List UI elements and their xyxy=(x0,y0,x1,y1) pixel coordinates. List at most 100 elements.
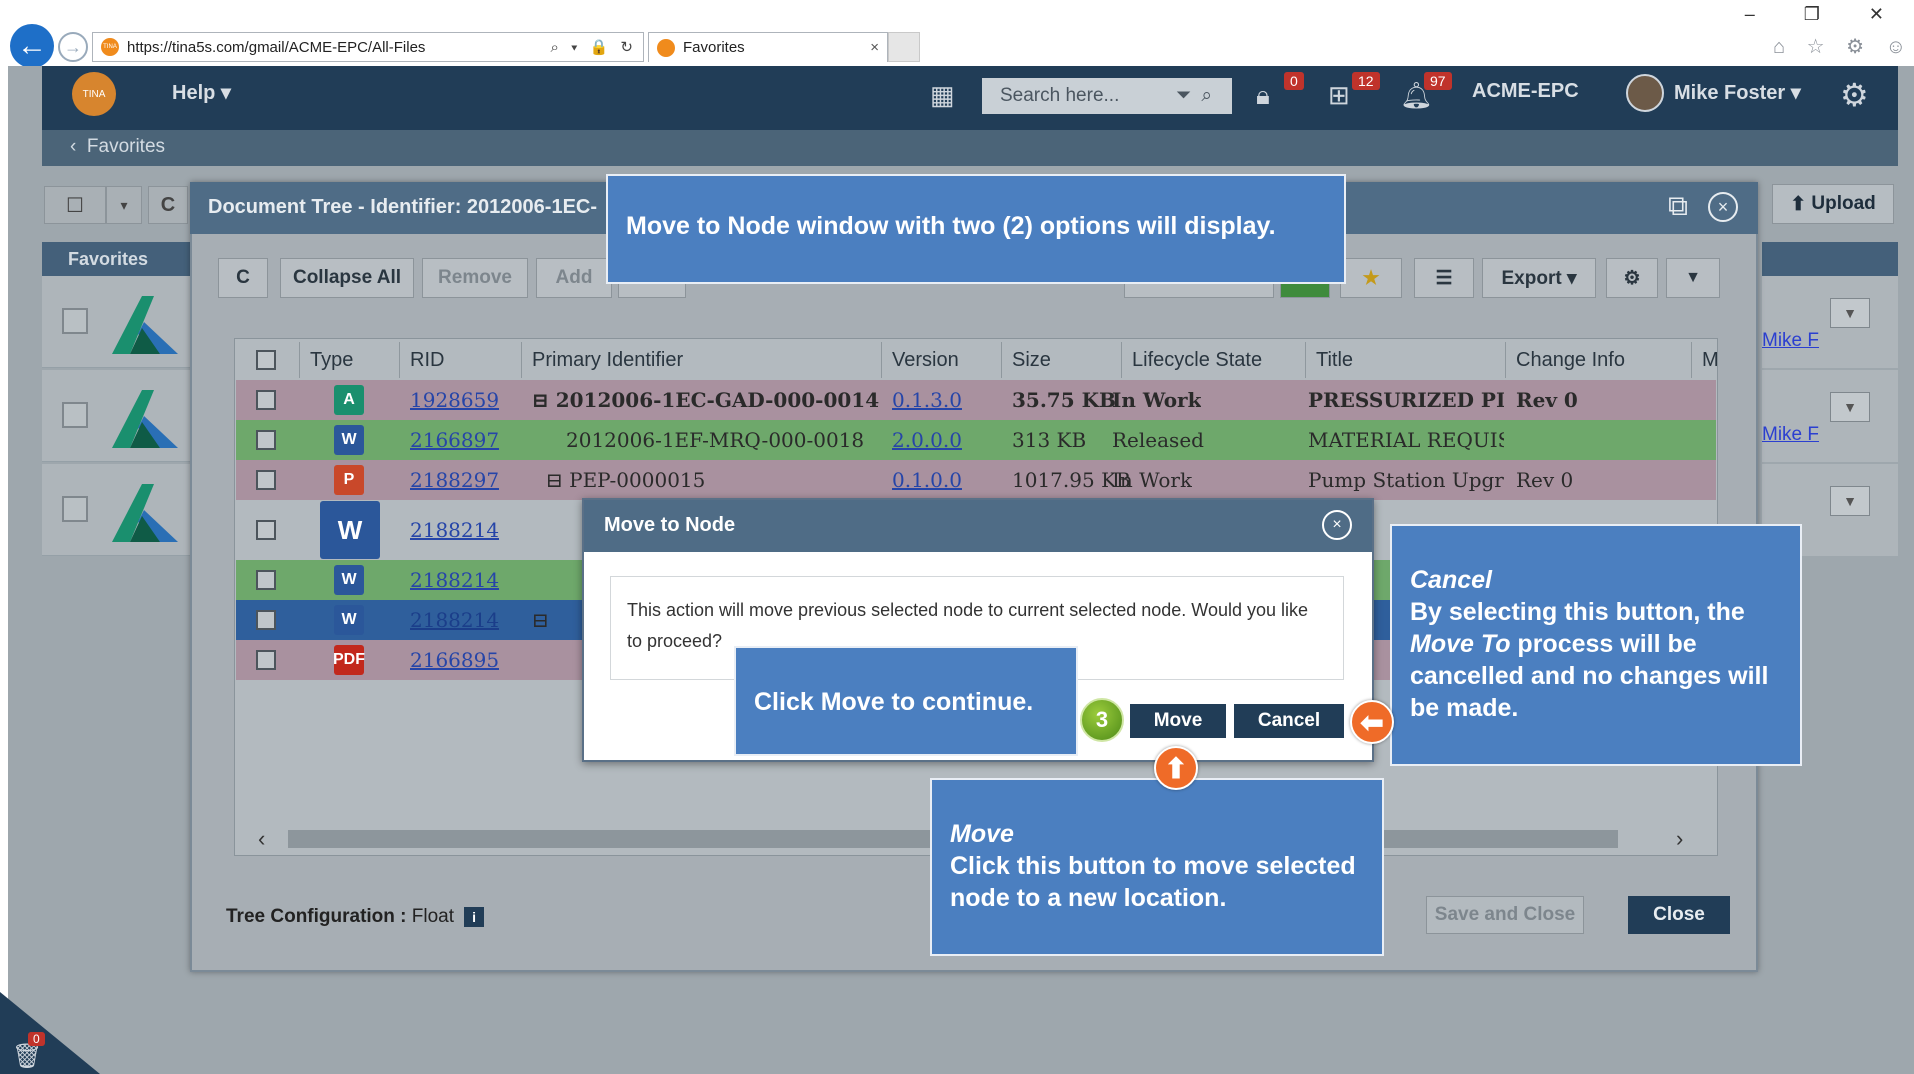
address-bar[interactable]: TINA https://tina5s.com/gmail/ACME-EPC/A… xyxy=(92,32,644,62)
save-and-close-button[interactable]: Save and Close xyxy=(1426,896,1584,934)
collapse-all-button[interactable]: Collapse All xyxy=(280,258,414,298)
rid-cell[interactable]: 2188214 xyxy=(410,560,499,600)
row-dropdown[interactable]: ▼ xyxy=(1830,392,1870,422)
forward-arrow-icon[interactable]: → xyxy=(58,32,88,62)
apps-grid-icon[interactable]: ▦ xyxy=(930,80,955,111)
column-header[interactable]: Type xyxy=(300,342,400,378)
scroll-right-icon[interactable]: › xyxy=(1676,826,1683,852)
select-dropdown[interactable]: ▾ xyxy=(106,186,142,224)
window-controls[interactable]: – ❐ ✕ xyxy=(1745,4,1906,25)
column-header[interactable]: Primary Identifier xyxy=(522,342,882,378)
row-checkbox[interactable] xyxy=(256,390,276,410)
org-name[interactable]: ACME-EPC xyxy=(1472,80,1579,103)
size-cell: 35.75 KB xyxy=(1012,388,1116,412)
change-info-cell: Rev 0 xyxy=(1516,468,1574,492)
modal-close-icon[interactable]: × xyxy=(1322,510,1352,540)
org-chart-icon[interactable]: ⊞ xyxy=(1328,80,1350,111)
tree-refresh-button[interactable]: C xyxy=(218,258,268,298)
new-tab-button[interactable] xyxy=(888,32,920,62)
site-favicon-icon: TINA xyxy=(101,38,119,56)
rid-cell[interactable]: 2188214 xyxy=(410,510,499,550)
row-checkbox[interactable] xyxy=(62,402,88,428)
row-checkbox[interactable] xyxy=(62,496,88,522)
user-link[interactable]: Mike F xyxy=(1762,330,1819,352)
info-icon[interactable]: i xyxy=(464,907,485,927)
browser-toolbar-icons[interactable]: ⌂ ☆ ⚙ ☺ xyxy=(1773,34,1914,59)
star-icon[interactable]: ★ xyxy=(1340,258,1402,298)
row-checkbox[interactable] xyxy=(256,570,276,590)
version-cell[interactable]: 0.1.3.0 xyxy=(892,380,962,420)
remove-button[interactable]: Remove xyxy=(422,258,528,298)
table-row[interactable]: W 2166897 2012006-1EF-MRQ-000-0018 2.0.0.0 3… xyxy=(236,420,1716,460)
rid-cell[interactable]: 2188297 xyxy=(410,460,499,500)
trash-icon[interactable]: 🗑︎ xyxy=(12,1042,42,1071)
tina-logo[interactable]: TINA xyxy=(72,72,116,116)
row-dropdown[interactable]: ▼ xyxy=(1830,298,1870,328)
column-header[interactable]: RID xyxy=(400,342,522,378)
restore-window-icon[interactable]: ⧉ xyxy=(1668,190,1688,223)
global-search-input[interactable]: Search here... ⏷⌕ xyxy=(982,78,1232,114)
lifecycle-state-cell: In Work xyxy=(1112,468,1193,492)
callout-cancel-em: Move To xyxy=(1410,630,1511,658)
row-checkbox[interactable] xyxy=(62,308,88,334)
user-menu[interactable]: Mike Foster ▾ xyxy=(1674,80,1801,105)
help-menu[interactable]: Help ▾ xyxy=(172,80,231,105)
move-button[interactable]: Move xyxy=(1130,704,1226,738)
rid-cell[interactable]: 1928659 xyxy=(410,380,499,420)
export-button[interactable]: Export ▾ xyxy=(1482,258,1596,298)
list-view-icon[interactable]: ☰ xyxy=(1414,258,1474,298)
row-checkbox[interactable] xyxy=(256,430,276,450)
add-button[interactable]: Add xyxy=(536,258,612,298)
close-button[interactable]: Close xyxy=(1628,896,1730,934)
column-header[interactable]: Title xyxy=(1306,342,1506,378)
rid-cell[interactable]: 2166897 xyxy=(410,420,499,460)
column-header[interactable]: Lifecycle State xyxy=(1122,342,1306,378)
callout-move-body: Click this button to move selected node … xyxy=(950,852,1356,912)
column-header[interactable]: M xyxy=(1692,342,1719,378)
right-row: ▼ Mike F xyxy=(1762,276,1898,368)
version-cell[interactable]: 0.1.0.0 xyxy=(892,460,962,500)
callout-cancel: Cancel By selecting this button, the Mov… xyxy=(1390,524,1802,766)
header-checkbox[interactable] xyxy=(256,350,276,370)
header-select-all[interactable] xyxy=(238,342,300,378)
row-checkbox[interactable] xyxy=(256,650,276,670)
autodesk-logo-icon xyxy=(112,296,178,354)
avatar[interactable] xyxy=(1626,74,1664,112)
tree-config-label: Tree Configuration : xyxy=(226,906,407,927)
table-row[interactable]: A 1928659 ⊟ 2012006-1EC-GAD-000-0014 0.1.3.… xyxy=(236,380,1716,420)
column-header[interactable]: Version xyxy=(882,342,1002,378)
cancel-button[interactable]: Cancel xyxy=(1234,704,1344,738)
column-header[interactable]: Change Info xyxy=(1506,342,1692,378)
scroll-left-icon[interactable]: ‹ xyxy=(258,826,265,852)
rid-cell[interactable]: 2188214 xyxy=(410,600,499,640)
favorite-row[interactable] xyxy=(42,276,190,368)
breadcrumb[interactable]: ‹ Favorites xyxy=(70,136,165,158)
version-cell[interactable]: 2.0.0.0 xyxy=(892,420,962,460)
row-dropdown[interactable]: ▼ xyxy=(1830,486,1870,516)
back-arrow-icon[interactable]: ← xyxy=(10,24,54,68)
more-dropdown-icon[interactable]: ▼ xyxy=(1666,258,1720,298)
tree-settings-gear-icon[interactable]: ⚙ xyxy=(1606,258,1658,298)
lock-icon[interactable]: 🔒︎ xyxy=(1256,80,1270,112)
select-all-checkbox[interactable]: ☐ xyxy=(44,186,106,224)
word-file-icon: W xyxy=(320,501,380,559)
row-checkbox[interactable] xyxy=(256,610,276,630)
address-tools-icons[interactable]: ⌕ ▾ 🔒 ↻ xyxy=(551,38,637,56)
table-row[interactable]: P 2188297 ⊟ PEP-0000015 0.1.0.0 1017.95 KB In… xyxy=(236,460,1716,500)
favorite-row[interactable] xyxy=(42,370,190,462)
settings-gear-icon[interactable]: ⚙ xyxy=(1840,76,1869,114)
rid-cell[interactable]: 2166895 xyxy=(410,640,499,680)
favorite-row[interactable] xyxy=(42,464,190,556)
browser-tab-favorites[interactable]: Favorites × xyxy=(648,32,888,62)
row-checkbox[interactable] xyxy=(256,470,276,490)
filter-search-icons[interactable]: ⏷⌕ xyxy=(1176,85,1222,107)
column-header[interactable]: Size xyxy=(1002,342,1122,378)
row-checkbox[interactable] xyxy=(256,520,276,540)
tab-close-icon[interactable]: × xyxy=(870,39,879,56)
step-number-badge: 3 xyxy=(1080,698,1124,742)
refresh-button[interactable]: C xyxy=(148,186,188,224)
word-file-icon: W xyxy=(334,605,364,635)
close-circle-icon[interactable]: × xyxy=(1708,192,1738,222)
user-link[interactable]: Mike F xyxy=(1762,424,1819,446)
upload-button[interactable]: ⬆ Upload xyxy=(1772,184,1894,224)
